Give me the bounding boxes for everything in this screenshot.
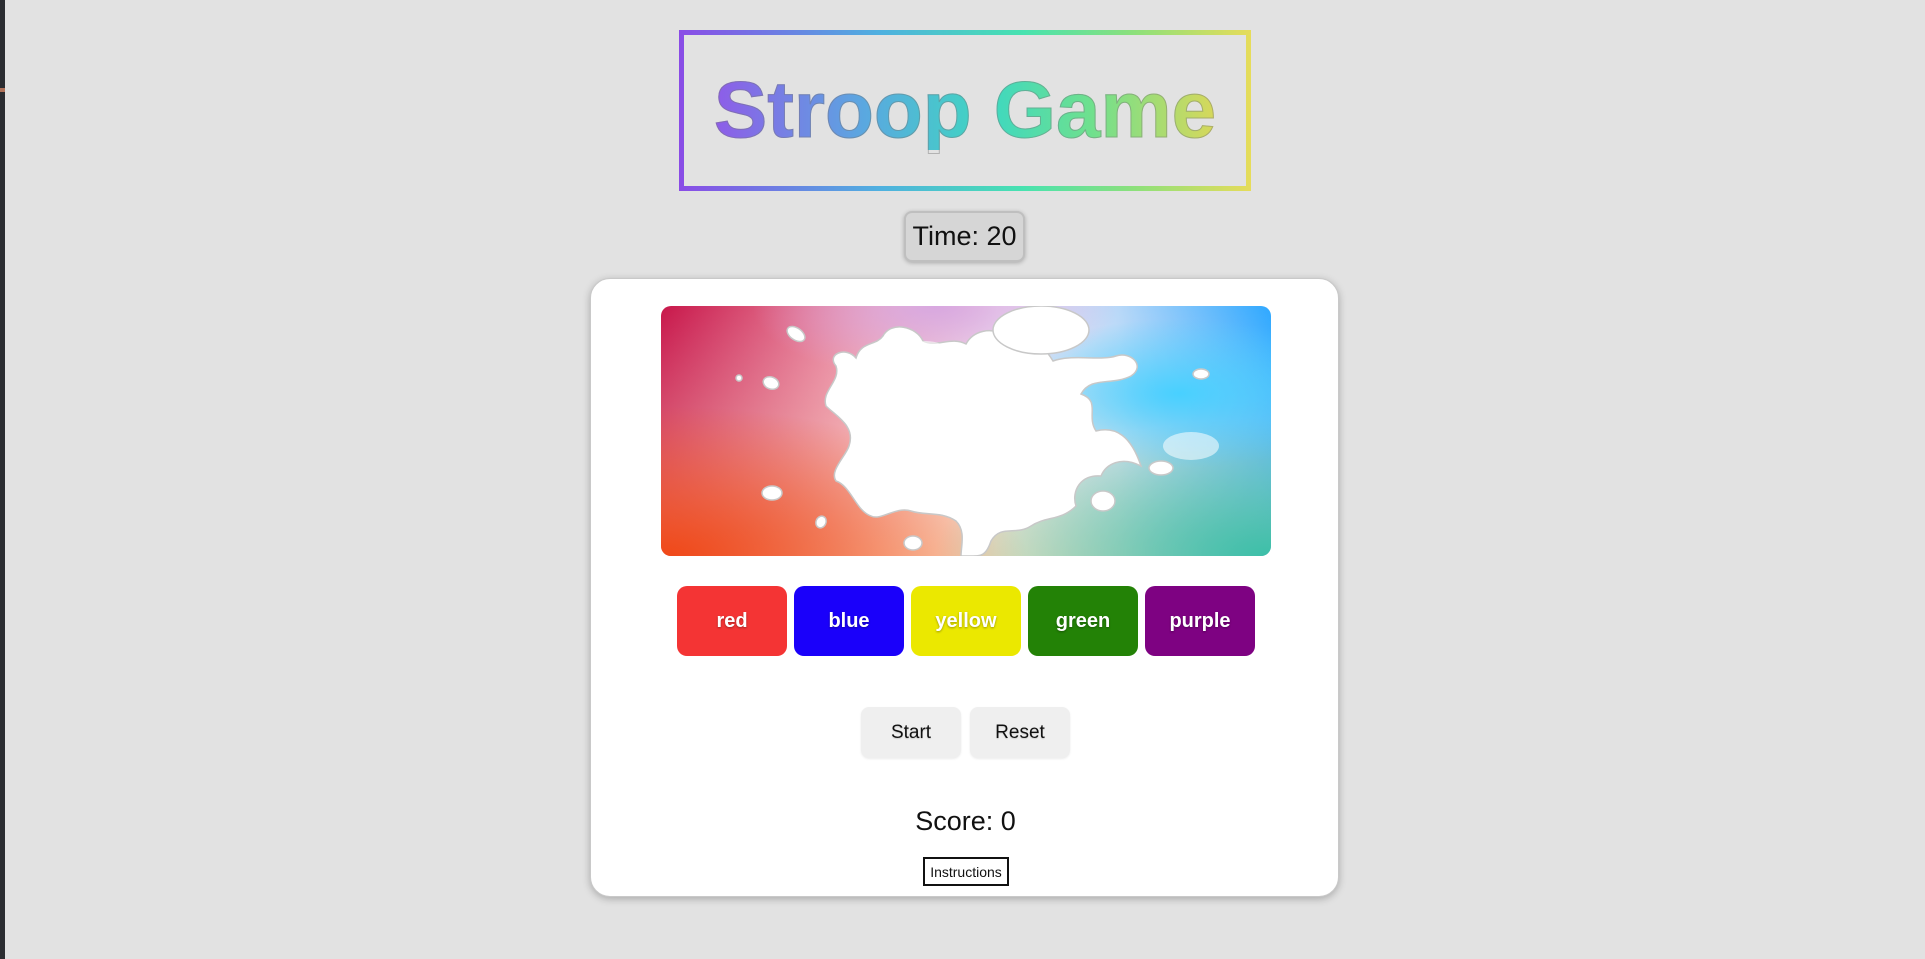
reset-button[interactable]: Reset [970,707,1070,758]
color-button-blue[interactable]: blue [794,586,904,656]
score-display: Score: 0 [915,806,1016,836]
timer-display: Time: 20 [904,211,1025,262]
color-choice-row: red blue yellow green purple [677,586,1255,656]
color-button-red[interactable]: red [677,586,787,656]
instructions-button[interactable]: Instructions [923,857,1009,886]
color-button-purple[interactable]: purple [1145,586,1255,656]
window-edge [0,0,5,959]
paint-splash-image [661,306,1271,556]
game-card: red blue yellow green purple Start Reset… [590,278,1339,897]
title-frame: Stroop Game [679,30,1251,191]
color-button-green[interactable]: green [1028,586,1138,656]
control-row: Start Reset [861,707,1070,758]
color-button-yellow[interactable]: yellow [911,586,1021,656]
start-button[interactable]: Start [861,707,961,758]
page-title: Stroop Game [713,64,1217,154]
window-edge-marker [0,88,5,92]
